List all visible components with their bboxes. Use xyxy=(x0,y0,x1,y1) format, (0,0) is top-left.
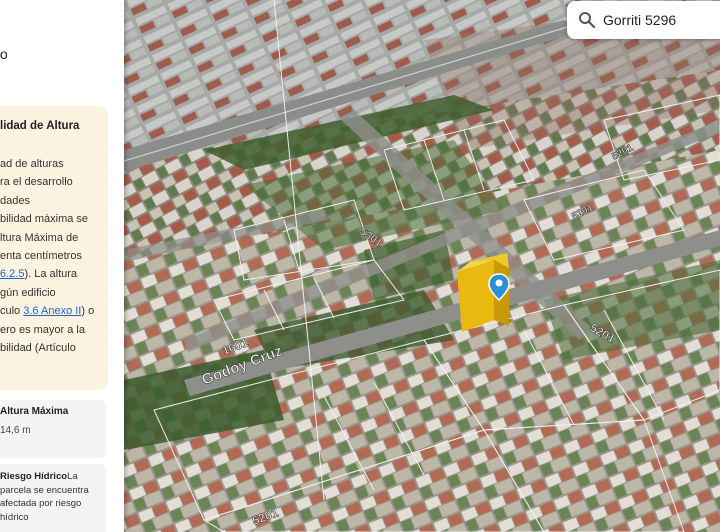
card-line: enta centímetros xyxy=(0,250,82,263)
search-input[interactable] xyxy=(603,9,720,31)
card-line: bilidad (Artículo xyxy=(0,342,76,355)
map-canvas[interactable]: Godoy Cruz 1601 5301 5201 5201 5201 5201 xyxy=(124,0,720,532)
search-icon xyxy=(579,12,596,29)
card-line: bilidad máxima se xyxy=(0,213,89,226)
card-line: ltura Máxima de xyxy=(0,231,79,244)
address-search-box[interactable] xyxy=(567,1,720,39)
card-line-text: ). La altura xyxy=(24,268,78,281)
flood-risk-card[interactable]: Riesgo HídricoLa parcela se encuentra af… xyxy=(0,464,106,532)
card-line: gún edificio xyxy=(0,286,56,299)
buildability-card-title: lidad de Altura xyxy=(0,120,80,132)
card-line: 6.2.5). La altura xyxy=(0,265,124,283)
article-link-3-6-anexo-ii[interactable]: 3.6 Anexo II xyxy=(23,305,81,317)
card-line: ad de alturas xyxy=(0,158,64,170)
card-line: dades xyxy=(0,194,30,207)
max-height-title: Altura Máxima xyxy=(0,406,69,417)
panel-title: to xyxy=(0,46,8,62)
flood-risk-text: Riesgo HídricoLa parcela se encuentra af… xyxy=(0,470,104,524)
info-panel: to lidad de Altura ad de alturas ra el d… xyxy=(0,0,124,532)
card-line: culo 3.6 Anexo II) o xyxy=(0,302,124,320)
card-line: ra el desarrollo xyxy=(0,176,73,189)
article-link-6-2-5[interactable]: 6.2.5 xyxy=(0,268,24,280)
map-view[interactable]: Godoy Cruz 1601 5301 5201 5201 5201 5201 xyxy=(124,0,720,532)
card-line-text: ) o xyxy=(81,305,95,318)
buildability-card: lidad de Altura ad de alturas ra el desa… xyxy=(0,106,108,390)
card-line: ero es mayor a la xyxy=(0,323,85,336)
max-height-value: 14,6 m xyxy=(0,425,31,436)
card-line-text: culo xyxy=(0,305,24,318)
flood-risk-title: Riesgo Hídrico xyxy=(0,471,68,482)
max-height-card[interactable]: Altura Máxima 14,6 m xyxy=(0,400,106,458)
buildability-card-body: ad de alturas ra el desarrollo dades bil… xyxy=(0,155,124,357)
